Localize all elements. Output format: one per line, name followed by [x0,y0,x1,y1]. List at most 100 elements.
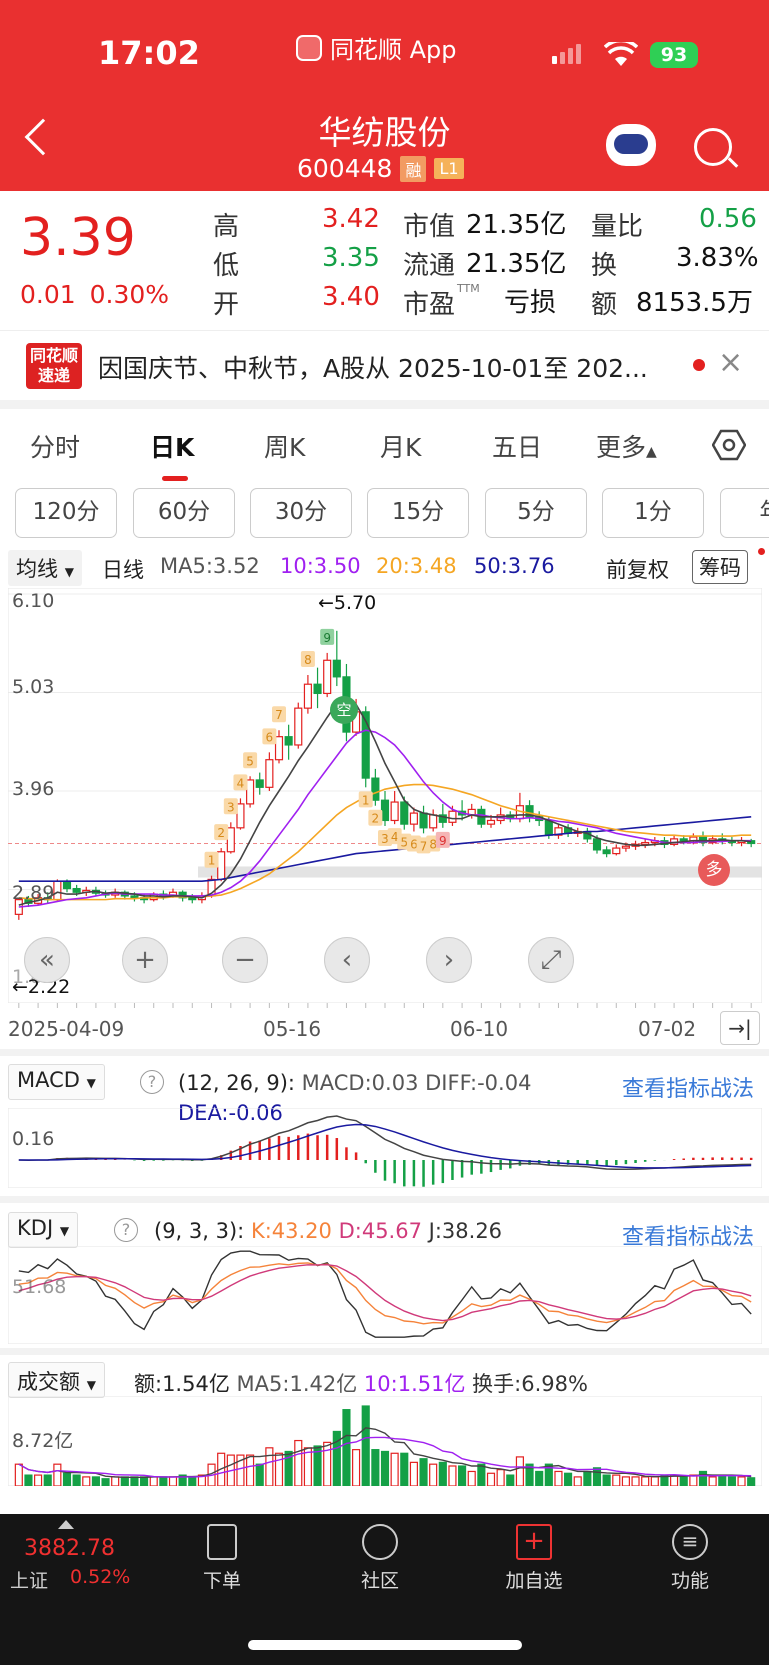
nav-order[interactable]: 下单 [182,1524,262,1593]
nav-community[interactable]: 社区 [340,1524,420,1593]
volume-selector[interactable]: 成交额 ▼ [8,1362,105,1398]
volume-bar [458,1465,467,1487]
jump-latest-icon[interactable]: →| [720,1011,760,1045]
volume-bar [303,1447,312,1487]
volume-chart[interactable]: 8.72亿 [7,1395,763,1487]
volume-bar [352,1449,361,1487]
add-plus-icon: + [516,1524,552,1560]
period-year[interactable]: 年 [720,488,769,538]
pe-label: 市盈 [403,290,456,320]
nav-order-label: 下单 [202,1570,241,1592]
divider [0,400,769,409]
sell-signal-marker[interactable]: 空 [330,696,358,724]
tab-intraday[interactable]: 分时 [30,428,80,464]
count-label-up: 4 [237,776,245,790]
app-label: 同花顺 App [330,36,457,64]
volume-bar [82,1476,91,1487]
k-value: K:43.20 [250,1219,332,1243]
period-120min[interactable]: 120分 [15,488,117,538]
step-right-icon[interactable]: › [426,937,472,983]
float-label: 流通 [403,251,456,281]
help-icon[interactable]: ? [140,1070,164,1094]
pe-ttm-sup: TTM [457,282,480,295]
volume-bar [602,1474,611,1487]
step-left-icon[interactable]: ‹ [324,937,370,983]
macd-selector[interactable]: MACD ▼ [8,1064,105,1100]
app-return-label[interactable]: 同花顺 App [296,30,457,65]
volume-svg [7,1395,763,1487]
news-ticker[interactable]: 同花顺 速递 因国庆节、中秋节，A股从 2025-10-01至 202... × [0,330,769,400]
volume-selector-label: 成交额 [17,1370,80,1394]
news-logo-bottom: 速递 [37,366,70,385]
zoom-out-icon[interactable]: − [222,937,268,983]
ai-robot-icon[interactable] [606,124,656,166]
tab-more[interactable]: 更多▲ [596,428,657,464]
candle [641,841,650,845]
volume-bar [130,1476,139,1487]
scroll-left-fast-icon[interactable]: « [24,937,70,983]
float-value: 21.35亿 [466,249,567,279]
vol-ratio-label: 量比 [591,212,644,242]
kdj-selector[interactable]: KDJ ▼ [8,1212,79,1248]
settings-hexagon-icon[interactable] [712,428,746,462]
zoom-in-icon[interactable]: + [122,937,168,983]
help-icon[interactable]: ? [114,1218,138,1242]
candle [72,887,81,893]
kdj-chart[interactable]: 51.68 [7,1245,763,1345]
chevron-down-icon: ▼ [59,1224,70,1238]
macd-params: (12, 26, 9): [178,1071,295,1095]
volume-bar [573,1476,582,1487]
candle [390,801,399,822]
high-value: 3.42 [322,204,380,234]
candle [313,683,322,695]
volume-bar [111,1476,120,1487]
kline-svg: 123456789123 4 5 6 7 8 9 [8,588,762,1003]
chips-button[interactable]: 筹码 [692,550,748,584]
period-5min[interactable]: 5分 [485,488,587,538]
ma-legend-bar: 均线 ▼ 日线 MA5:3.52 10:3.50 20:3.48 50:3.76… [0,548,769,588]
nav-add-watchlist[interactable]: + 加自选 [494,1524,574,1593]
volume-bar [641,1476,650,1487]
chevron-down-icon: ▼ [86,1076,96,1090]
period-60min[interactable]: 60分 [133,488,235,538]
candle [419,812,428,829]
pe-value: 亏损 [504,288,557,318]
expand-up-icon[interactable] [58,1520,74,1529]
index-name: 上证 [10,1570,49,1592]
macd-chart[interactable]: 0.16 [7,1107,763,1189]
candle [679,838,688,842]
volume-bar [477,1463,486,1487]
candle [400,801,409,825]
close-icon[interactable]: × [718,345,743,380]
tab-daily-k[interactable]: 日K [150,428,194,481]
open-value: 3.40 [322,282,380,312]
adjust-selector[interactable]: 前复权 [606,554,669,584]
vol-ratio-value: 0.56 [699,204,757,234]
ma-selector[interactable]: 均线 ▼ [8,550,82,586]
macd-strategy-link[interactable]: 查看指标战法 [622,1071,754,1103]
fullscreen-icon[interactable]: ⤢ [528,937,574,983]
kline-chart[interactable]: 123456789123456789 6.10 5.03 3.96 2.89 1… [8,588,762,1003]
candle [274,736,284,761]
period-30min[interactable]: 30分 [250,488,352,538]
news-text: 因国庆节、中秋节，A股从 2025-10-01至 202... [98,354,648,383]
search-icon[interactable] [694,128,732,166]
count-label-down: 2 [372,812,380,826]
volume-bar [91,1476,100,1487]
mktcap-value: 21.35亿 [466,210,567,240]
tab-monthly-k[interactable]: 月K [380,428,421,464]
nav-functions[interactable]: ≡ 功能 [650,1524,730,1593]
mktcap-label: 市值 [403,212,456,242]
count-label-up: 6 [266,730,274,744]
period-1min[interactable]: 1分 [602,488,704,538]
volume-bar [621,1476,630,1487]
buy-signal-marker[interactable]: 多 [698,854,730,886]
tab-weekly-k[interactable]: 周K [264,428,305,464]
volume-bar [631,1476,640,1487]
candle [621,845,630,849]
x-label-2: 06-10 [450,1017,509,1041]
period-15min[interactable]: 15分 [367,488,469,538]
volume-bar [409,1461,418,1487]
tab-five-day[interactable]: 五日 [492,428,542,464]
index-value[interactable]: 3882.78 [24,1536,115,1561]
